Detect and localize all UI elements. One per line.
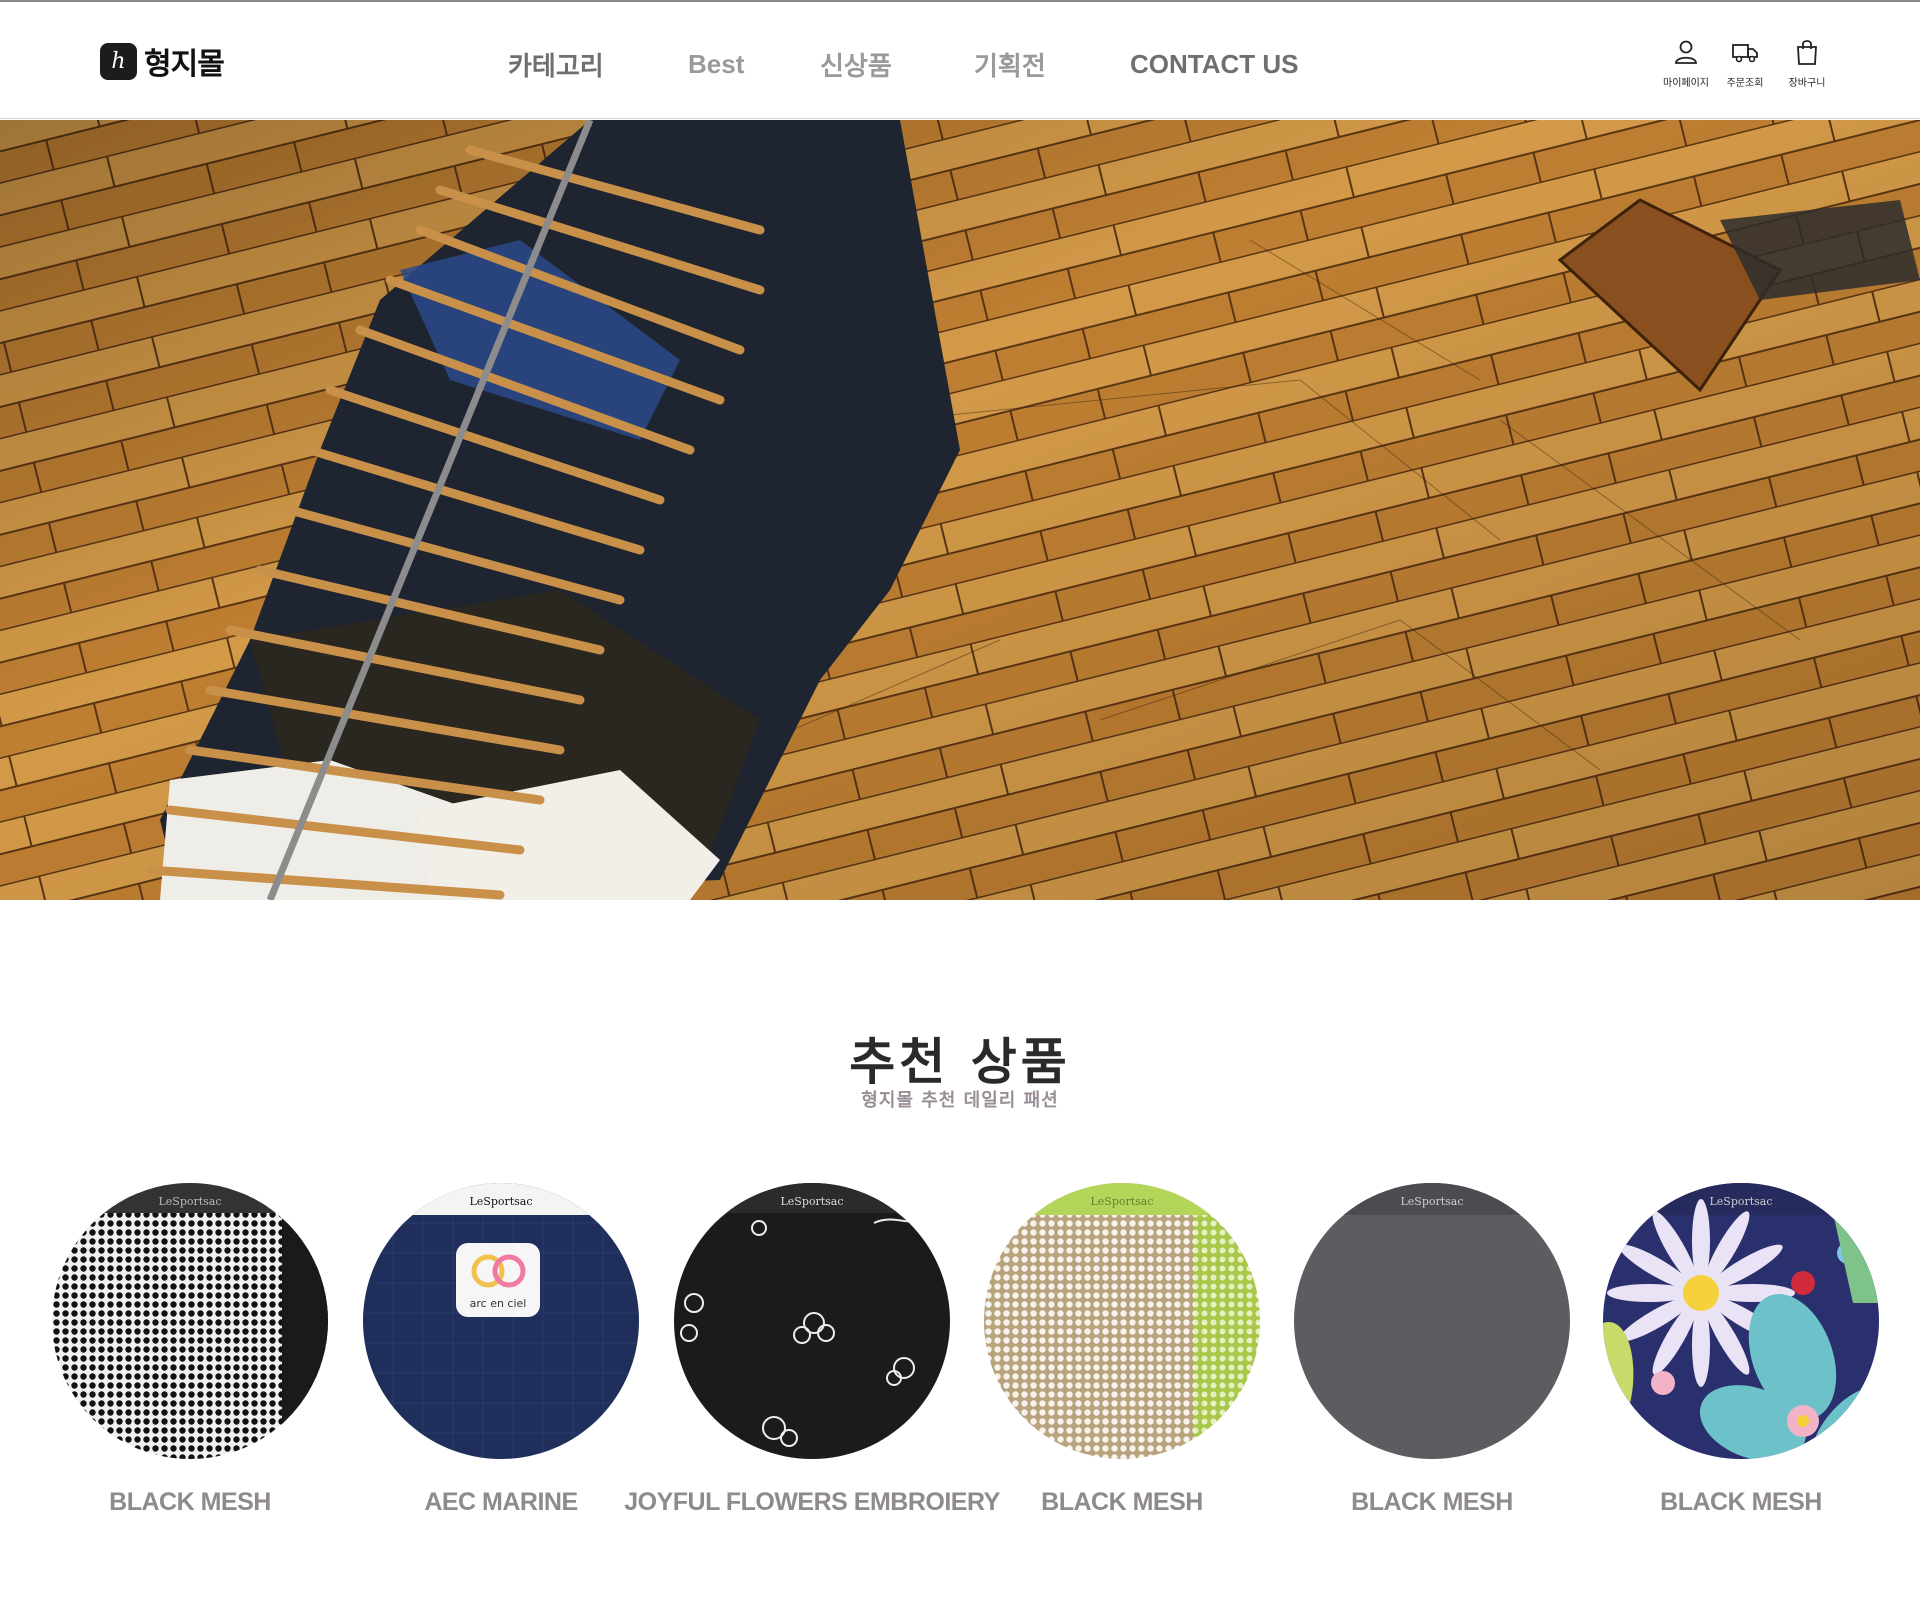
floral-print-swatch: LeSportsac: [1603, 1183, 1879, 1459]
hero-image: [0, 120, 1920, 900]
product-image[interactable]: LeSportsac: [674, 1183, 950, 1459]
cart-button[interactable]: 장바구니: [1772, 38, 1842, 89]
product-image[interactable]: LeSportsac arc en ciel: [363, 1183, 639, 1459]
product-image[interactable]: LeSportsac: [1294, 1183, 1570, 1459]
product-card[interactable]: LeSportsac BLACK MESH: [982, 1183, 1262, 1516]
nav-category[interactable]: 카테고리: [508, 42, 604, 86]
truck-icon: [1732, 44, 1758, 63]
product-image[interactable]: LeSportsac: [984, 1183, 1260, 1459]
logo-text: 형지몰: [144, 47, 225, 82]
nav-exhibition[interactable]: 기획전: [974, 42, 1046, 86]
product-card[interactable]: LeSportsac BLACK MESH: [1292, 1183, 1572, 1516]
product-card[interactable]: LeSportsac JOYFUL FLOWERS EMBROIERY: [624, 1183, 1000, 1516]
section-subtitle: 형지몰 추천 데일리 패션: [861, 1090, 1059, 1111]
product-card[interactable]: LeSportsac BLACK MESH: [1601, 1183, 1881, 1516]
hero-banner[interactable]: [0, 120, 1920, 900]
black-floral-swatch: LeSportsac: [674, 1183, 950, 1459]
nav-best[interactable]: Best: [688, 42, 744, 86]
site-logo[interactable]: h 형지몰: [100, 42, 225, 82]
product-image[interactable]: LeSportsac: [52, 1183, 328, 1459]
black-mesh-swatch: LeSportsac: [52, 1183, 328, 1459]
user-icon: [1675, 40, 1697, 64]
product-card[interactable]: LeSportsac BLACK MESH: [50, 1183, 330, 1516]
logo-mark: h: [100, 42, 137, 80]
brand-tag: LeSportsac: [158, 1195, 221, 1208]
order-lookup-label: 주문조회: [1726, 78, 1764, 89]
grey-swatch: LeSportsac: [1294, 1183, 1570, 1459]
navy-swatch: LeSportsac arc en ciel: [363, 1183, 639, 1459]
brand-tag: LeSportsac: [1400, 1195, 1463, 1208]
nav-new-products[interactable]: 신상품: [820, 42, 892, 86]
cart-label: 장바구니: [1788, 78, 1826, 89]
nav-contact-us[interactable]: CONTACT US: [1130, 42, 1299, 86]
product-name[interactable]: BLACK MESH: [1541, 1488, 1920, 1517]
beige-mesh-swatch: LeSportsac: [984, 1183, 1260, 1459]
section-title: 추천 상품: [849, 1033, 1071, 1091]
shopping-bag-icon: [1797, 40, 1817, 65]
order-lookup-button[interactable]: 주문조회: [1710, 38, 1780, 89]
brand-tag: LeSportsac: [780, 1195, 843, 1208]
brand-tag: LeSportsac: [469, 1195, 532, 1208]
product-card[interactable]: LeSportsac arc en ciel AEC MARINE: [361, 1183, 641, 1516]
product-image[interactable]: LeSportsac: [1603, 1183, 1879, 1459]
my-page-label: 마이페이지: [1663, 78, 1709, 89]
brand-tag: LeSportsac: [1709, 1195, 1772, 1208]
badge-text: arc en ciel: [470, 1297, 527, 1310]
brand-tag: LeSportsac: [1090, 1195, 1153, 1208]
site-header: h 형지몰 카테고리 Best 신상품 기획전 CONTACT US 마이페이지…: [0, 2, 1920, 119]
